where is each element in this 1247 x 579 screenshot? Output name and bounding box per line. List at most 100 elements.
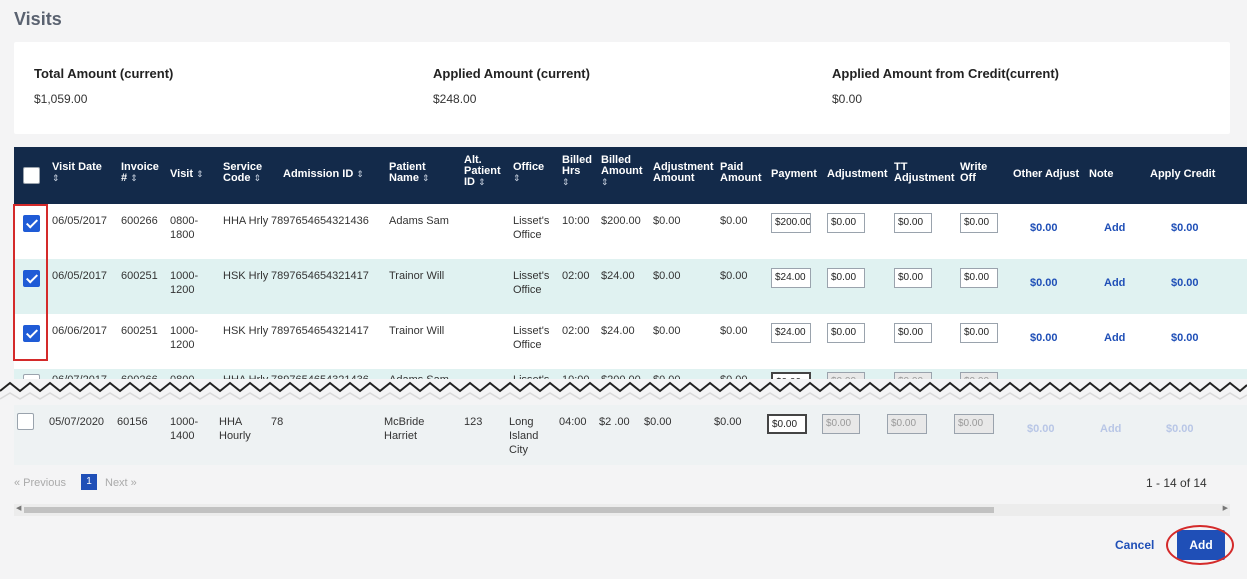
header-adjustment: Adjustment	[827, 168, 888, 180]
header-paid-amount: Paid Amount	[720, 161, 762, 184]
apply-credit-link[interactable]: $0.00	[1171, 222, 1199, 234]
header-apply-credit: Apply Credit	[1150, 168, 1216, 180]
horizontal-scrollbar[interactable]: ◀ ▶	[14, 504, 1230, 516]
scroll-right-arrow-icon[interactable]: ▶	[1223, 504, 1228, 512]
header-note: Note	[1089, 168, 1114, 180]
sort-icon: ⇕	[196, 169, 204, 179]
other-adjust-link[interactable]: $0.00	[1030, 277, 1058, 289]
payment-input[interactable]: $24.00	[771, 323, 811, 343]
pagination-page-1[interactable]: 1	[81, 474, 97, 490]
invoice-cell: 600251	[121, 325, 158, 337]
invoice-cell: 600266	[121, 215, 158, 227]
header-visit[interactable]: Visit ⇕	[170, 169, 220, 180]
patient-name-cell: Adams Sam	[389, 215, 449, 227]
billed-hrs-cell: 02:00	[562, 270, 590, 282]
header-service-code[interactable]: Service Code ⇕	[223, 162, 268, 184]
write-off-input[interactable]: $0.00	[954, 414, 994, 434]
header-visit-date[interactable]: Visit Date ⇕	[52, 162, 102, 184]
note-add-link[interactable]: Add	[1104, 332, 1125, 344]
write-off-input[interactable]: $0.00	[960, 268, 998, 288]
other-adjust-link[interactable]: $0.00	[1030, 332, 1058, 344]
billed-amount-cell: $200.00	[601, 215, 641, 227]
summary-total-value: $1,059.00	[34, 92, 88, 106]
row-checkbox[interactable]	[17, 413, 34, 430]
summary-applied: Applied Amount (current) $248.00	[433, 66, 590, 106]
apply-credit-link[interactable]: $0.00	[1171, 277, 1199, 289]
billed-amount-cell: $24.00	[601, 270, 635, 282]
header-billed-hrs[interactable]: Billed Hrs ⇕	[562, 155, 592, 188]
adjustment-amount-cell: $0.00	[644, 416, 672, 428]
pagination-next[interactable]: Next »	[105, 477, 137, 489]
header-adjustment-amount: Adjustment Amount	[653, 161, 714, 184]
adjustment-input[interactable]: $0.00	[827, 323, 865, 343]
adjustment-amount-cell: $0.00	[653, 215, 681, 227]
tt-adjustment-input[interactable]: $0.00	[894, 213, 932, 233]
sort-icon: ⇕	[422, 173, 430, 183]
billed-hrs-cell: 10:00	[562, 215, 590, 227]
tt-adjustment-input[interactable]: $0.00	[887, 414, 927, 434]
admission-id-cell: 7897654654321436	[271, 215, 369, 227]
write-off-input[interactable]: $0.00	[960, 323, 998, 343]
billed-amount-cell: $2 .00	[599, 416, 630, 428]
paid-amount-cell: $0.00	[714, 416, 742, 428]
invoice-cell: 600251	[121, 270, 158, 282]
header-invoice[interactable]: Invoice # ⇕	[121, 162, 159, 184]
page-title: Visits	[14, 9, 62, 29]
adjustment-input[interactable]: $0.00	[827, 213, 865, 233]
header-billed-amount[interactable]: Billed Amount ⇕	[601, 155, 643, 188]
pagination-previous[interactable]: « Previous	[14, 477, 66, 489]
paid-amount-cell: $0.00	[720, 215, 748, 227]
header-office[interactable]: Office ⇕	[513, 162, 553, 184]
annotation-highlight-ellipse	[1166, 525, 1234, 565]
admission-id-cell: 78	[271, 416, 284, 428]
table-header: Visit Date ⇕ Invoice # ⇕ Visit ⇕ Service …	[14, 147, 1247, 204]
note-add-link[interactable]: Add	[1104, 277, 1125, 289]
other-adjust-link[interactable]: $0.00	[1027, 423, 1055, 435]
scrollbar-thumb[interactable]	[24, 507, 994, 513]
apply-credit-link[interactable]: $0.00	[1171, 332, 1199, 344]
header-tt-adjustment: TT Adjustment	[894, 161, 955, 184]
note-add-link[interactable]: Add	[1104, 222, 1125, 234]
paid-amount-cell: $0.00	[720, 270, 748, 282]
select-all-checkbox[interactable]	[23, 167, 40, 184]
payment-input[interactable]: $24.00	[771, 268, 811, 288]
visit-cell: 1000-1400	[170, 416, 199, 442]
visit-date-cell: 06/05/2017	[52, 270, 108, 282]
visit-date-cell: 05/07/2020	[49, 416, 105, 428]
office-cell: Lisset's Office	[513, 215, 550, 241]
visit-date-cell: 06/05/2017	[52, 215, 108, 227]
sort-icon: ⇕	[253, 173, 262, 183]
office-cell: Lisset's Office	[513, 270, 550, 296]
office-cell: Lisset's Office	[513, 325, 550, 351]
service-code-cell: HSK Hrly	[223, 270, 269, 282]
tt-adjustment-input[interactable]: $0.00	[894, 268, 932, 288]
admission-id-cell: 7897654654321417	[271, 325, 369, 337]
visit-cell: 0800-1800	[170, 215, 199, 241]
header-admission-id[interactable]: Admission ID ⇕	[283, 169, 393, 180]
table-row: 06/05/2017 600266 0800-1800 HHA Hrly 789…	[14, 204, 1247, 259]
header-other-adjust: Other Adjust	[1013, 168, 1080, 180]
cancel-button[interactable]: Cancel	[1115, 538, 1154, 552]
tt-adjustment-input[interactable]: $0.00	[894, 323, 932, 343]
sort-icon: ⇕	[356, 169, 364, 179]
header-patient-name[interactable]: Patient Name ⇕	[389, 162, 437, 184]
service-code-cell: HHA Hrly	[223, 215, 269, 227]
other-adjust-link[interactable]: $0.00	[1030, 222, 1058, 234]
payment-input[interactable]: $200.00	[771, 213, 811, 233]
scroll-left-arrow-icon[interactable]: ◀	[16, 504, 21, 512]
adjustment-input[interactable]: $0.00	[827, 268, 865, 288]
adjustment-input[interactable]: $0.00	[822, 414, 860, 434]
adjustment-amount-cell: $0.00	[653, 325, 681, 337]
apply-credit-link[interactable]: $0.00	[1166, 423, 1194, 435]
write-off-input[interactable]: $0.00	[960, 213, 998, 233]
header-alt-patient-id[interactable]: Alt. Patient ID ⇕	[464, 155, 501, 188]
payment-input[interactable]: $0.00	[767, 414, 807, 434]
paid-amount-cell: $0.00	[720, 325, 748, 337]
service-code-cell: HSK Hrly	[223, 325, 269, 337]
note-add-link[interactable]: Add	[1100, 423, 1121, 435]
table-row: 06/05/2017 600251 1000-1200 HSK Hrly 789…	[14, 259, 1247, 314]
table-row: 06/06/2017 600251 1000-1200 HSK Hrly 789…	[14, 314, 1247, 369]
billed-amount-cell: $24.00	[601, 325, 635, 337]
visits-table: Visit Date ⇕ Invoice # ⇕ Visit ⇕ Service …	[14, 147, 1247, 465]
patient-name-cell: McBride Harriet	[384, 416, 425, 442]
